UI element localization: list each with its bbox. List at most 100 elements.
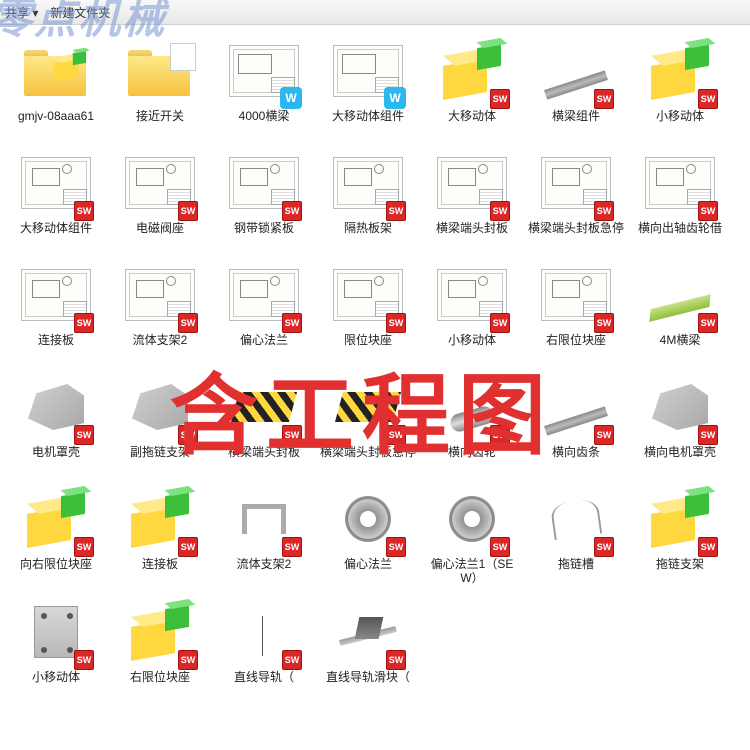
file-item[interactable]: SW拖链槽 xyxy=(524,481,628,588)
file-item[interactable]: SW向右限位块座 xyxy=(4,481,108,588)
file-item[interactable]: SW钢带锁紧板 xyxy=(212,145,316,251)
file-item[interactable]: SW右限位块座 xyxy=(524,257,628,363)
file-item[interactable]: SW小移动体 xyxy=(4,594,108,700)
file-thumbnail: SW xyxy=(436,371,508,443)
file-thumbnail: SW xyxy=(436,483,508,555)
file-thumbnail: SW xyxy=(540,371,612,443)
file-label: 偏心法兰1（SEW） xyxy=(423,557,521,586)
file-thumbnail: SW xyxy=(436,259,508,331)
file-item[interactable]: SW4M横梁 xyxy=(628,257,732,363)
file-item[interactable]: SW小移动体 xyxy=(420,257,524,363)
file-item[interactable]: SW连接板 xyxy=(108,481,212,588)
file-label: 横梁端头封板急停 xyxy=(528,221,624,249)
file-thumbnail: SW xyxy=(540,147,612,219)
file-label: 偏心法兰 xyxy=(240,333,288,361)
file-label: 横梁端头封板 xyxy=(436,221,508,249)
file-label: 横向齿条 xyxy=(552,445,600,473)
toolbar: 共享 ▾ 新建文件夹 xyxy=(0,0,750,25)
file-label: 接近开关 xyxy=(136,109,184,137)
file-label: 大移动体组件 xyxy=(332,109,404,137)
file-thumbnail: SW xyxy=(332,371,404,443)
file-item[interactable]: SW右限位块座 xyxy=(108,594,212,700)
file-item[interactable]: SW流体支架2 xyxy=(212,481,316,588)
file-label: 小移动体 xyxy=(32,670,80,698)
file-item[interactable]: SW横梁端头封板 xyxy=(420,145,524,251)
file-thumbnail: SW xyxy=(332,483,404,555)
file-label: 4M横梁 xyxy=(660,333,701,361)
file-thumbnail: SW xyxy=(228,371,300,443)
file-item[interactable]: SW电磁阀座 xyxy=(108,145,212,251)
file-label: 小移动体 xyxy=(448,333,496,361)
file-thumbnail: SW xyxy=(540,483,612,555)
file-thumbnail: W xyxy=(332,35,404,107)
file-item[interactable]: SW横向电机罩壳 xyxy=(628,369,732,475)
file-item[interactable]: SW横向齿轮 xyxy=(420,369,524,475)
file-item[interactable]: SW副拖链支架 xyxy=(108,369,212,475)
toolbar-share[interactable]: 共享 ▾ xyxy=(5,4,38,21)
file-thumbnail: SW xyxy=(20,371,92,443)
file-thumbnail: SW xyxy=(124,371,196,443)
toolbar-new-folder[interactable]: 新建文件夹 xyxy=(50,4,110,21)
file-label: 4000横梁 xyxy=(239,109,290,137)
file-thumbnail: SW xyxy=(124,483,196,555)
file-label: 直线导轨滑块（ xyxy=(326,670,410,698)
file-thumbnail: SW xyxy=(540,35,612,107)
file-label: 钢带锁紧板 xyxy=(234,221,294,249)
file-item[interactable]: gmjv-08aaa61 xyxy=(4,33,108,139)
file-thumbnail: SW xyxy=(644,483,716,555)
file-item[interactable]: SW横向齿条 xyxy=(524,369,628,475)
file-item[interactable]: SW电机罩壳 xyxy=(4,369,108,475)
file-item[interactable]: SW限位块座 xyxy=(316,257,420,363)
file-item[interactable]: SW直线导轨（ xyxy=(212,594,316,700)
file-thumbnail: SW xyxy=(228,147,300,219)
file-label: 连接板 xyxy=(142,557,178,585)
file-item[interactable]: SW大移动体 xyxy=(420,33,524,139)
file-label: 直线导轨（ xyxy=(234,670,294,698)
file-item[interactable]: SW横梁端头封板急停 xyxy=(524,145,628,251)
file-label: 横向出轴齿轮借 xyxy=(638,221,722,249)
file-label: 隔热板架 xyxy=(344,221,392,249)
file-item[interactable]: W大移动体组件 xyxy=(316,33,420,139)
file-item[interactable]: SW横梁端头封板 xyxy=(212,369,316,475)
file-label: 拖链支架 xyxy=(656,557,704,585)
file-label: 电机罩壳 xyxy=(32,445,80,473)
file-item[interactable]: SW偏心法兰1（SEW） xyxy=(420,481,524,588)
file-thumbnail: SW xyxy=(20,147,92,219)
file-item[interactable]: SW流体支架2 xyxy=(108,257,212,363)
file-label: 向右限位块座 xyxy=(20,557,92,585)
file-thumbnail: SW xyxy=(332,596,404,668)
file-item[interactable]: SW横梁端头封板急停 xyxy=(316,369,420,475)
file-item[interactable]: W4000横梁 xyxy=(212,33,316,139)
file-thumbnail: SW xyxy=(228,596,300,668)
file-label: 大移动体 xyxy=(448,109,496,137)
file-label: 流体支架2 xyxy=(237,557,292,585)
file-item[interactable]: SW直线导轨滑块（ xyxy=(316,594,420,700)
file-item[interactable]: SW大移动体组件 xyxy=(4,145,108,251)
file-label: 小移动体 xyxy=(656,109,704,137)
file-item[interactable]: SW小移动体 xyxy=(628,33,732,139)
file-thumbnail: SW xyxy=(644,35,716,107)
file-thumbnail: SW xyxy=(540,259,612,331)
file-label: 横向电机罩壳 xyxy=(644,445,716,473)
file-label: 横梁组件 xyxy=(552,109,600,137)
file-label: 大移动体组件 xyxy=(20,221,92,249)
file-thumbnail: SW xyxy=(644,371,716,443)
file-thumbnail: SW xyxy=(644,147,716,219)
file-thumbnail: SW xyxy=(332,147,404,219)
file-label: 横梁端头封板急停 xyxy=(320,445,416,473)
file-item[interactable]: SW横向出轴齿轮借 xyxy=(628,145,732,251)
file-thumbnail: W xyxy=(228,35,300,107)
file-item[interactable]: SW连接板 xyxy=(4,257,108,363)
file-label: 右限位块座 xyxy=(130,670,190,698)
file-label: 偏心法兰 xyxy=(344,557,392,585)
file-item[interactable]: SW偏心法兰 xyxy=(212,257,316,363)
file-item[interactable]: SW偏心法兰 xyxy=(316,481,420,588)
file-item[interactable]: 接近开关 xyxy=(108,33,212,139)
file-item[interactable]: SW拖链支架 xyxy=(628,481,732,588)
file-thumbnail: SW xyxy=(332,259,404,331)
file-item[interactable]: SW横梁组件 xyxy=(524,33,628,139)
file-thumbnail: SW xyxy=(644,259,716,331)
file-item[interactable]: SW隔热板架 xyxy=(316,145,420,251)
file-thumbnail: SW xyxy=(20,259,92,331)
file-thumbnail: SW xyxy=(228,483,300,555)
